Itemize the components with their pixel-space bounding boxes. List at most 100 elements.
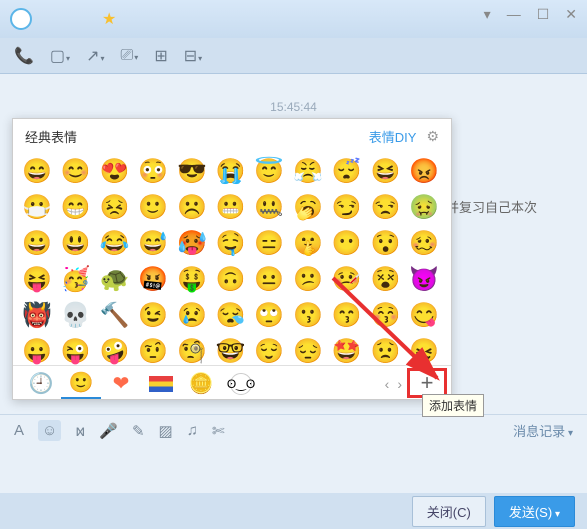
send-button[interactable]: 发送(S) xyxy=(494,496,575,527)
emoji-item[interactable]: 😗 xyxy=(292,299,324,331)
emoji-icon[interactable]: ☺ xyxy=(38,420,61,441)
emoji-item[interactable]: 😣 xyxy=(98,191,130,223)
emoji-item[interactable]: 😐 xyxy=(253,263,285,295)
emoji-item[interactable]: 😕 xyxy=(292,263,324,295)
window-close[interactable]: ✕ xyxy=(561,6,581,23)
emoji-item[interactable]: 😵 xyxy=(370,263,402,295)
window-maximize[interactable]: ☐ xyxy=(533,6,554,23)
emoji-item[interactable]: 🤬 xyxy=(137,263,169,295)
tab-heart[interactable]: ❤ xyxy=(101,369,141,399)
emoji-diy-link[interactable]: 表情DIY xyxy=(369,127,417,146)
emoji-item[interactable]: 😆 xyxy=(370,155,402,187)
image-icon[interactable]: ▨ xyxy=(159,422,173,440)
emoji-item[interactable]: 😴 xyxy=(331,155,363,187)
emoji-item[interactable]: 👹 xyxy=(21,299,53,331)
emoji-item[interactable]: 💀 xyxy=(60,299,92,331)
emoji-item[interactable]: 😯 xyxy=(370,227,402,259)
emoji-item[interactable]: 🥳 xyxy=(60,263,92,295)
emoji-item[interactable]: 🤩 xyxy=(331,335,363,365)
tab-face[interactable]: ʘ‿ʘ xyxy=(221,369,261,399)
app-logo xyxy=(10,8,32,30)
emoji-item[interactable]: 🤑 xyxy=(176,263,208,295)
emoji-item[interactable]: 😄 xyxy=(21,155,53,187)
tab-coin[interactable]: 🪙 xyxy=(181,369,221,399)
emoji-item[interactable]: 😇 xyxy=(253,155,285,187)
add-icon[interactable]: ⊞ xyxy=(154,46,167,66)
window-more[interactable]: ▾ xyxy=(480,6,495,23)
emoji-item[interactable]: 😡 xyxy=(408,155,440,187)
gif-icon[interactable]: ⳮ xyxy=(75,421,85,441)
emoji-item[interactable]: 😜 xyxy=(60,335,92,365)
emoji-item[interactable]: 🥴 xyxy=(408,227,440,259)
emoji-item[interactable]: 😙 xyxy=(331,299,363,331)
emoji-item[interactable]: 😤 xyxy=(292,155,324,187)
emoji-item[interactable]: 😍 xyxy=(98,155,130,187)
tab-flag[interactable] xyxy=(141,369,181,399)
emoji-item[interactable]: 😛 xyxy=(21,335,53,365)
emoji-item[interactable]: 😃 xyxy=(60,227,92,259)
emoji-item[interactable]: 😏 xyxy=(331,191,363,223)
emoji-item[interactable]: 🤓 xyxy=(215,335,247,365)
emoji-item[interactable]: 😔 xyxy=(292,335,324,365)
brush-icon[interactable]: ✎ xyxy=(132,422,145,440)
share-icon[interactable]: ↗ xyxy=(86,46,104,66)
tab-recent[interactable]: 🕘 xyxy=(21,369,61,399)
emoji-item[interactable]: 🤐 xyxy=(253,191,285,223)
tab-prev[interactable]: ‹ xyxy=(382,376,393,392)
cut-icon[interactable]: ✄ xyxy=(212,422,225,440)
emoji-item[interactable]: 😊 xyxy=(60,155,92,187)
emoji-item[interactable]: 😂 xyxy=(98,227,130,259)
emoji-item[interactable]: 😭 xyxy=(215,155,247,187)
emoji-item[interactable]: 😒 xyxy=(370,191,402,223)
emoji-item[interactable]: 😢 xyxy=(176,299,208,331)
emoji-item[interactable]: 🤪 xyxy=(98,335,130,365)
emoji-item[interactable]: 🤨 xyxy=(137,335,169,365)
emoji-item[interactable]: 🤒 xyxy=(331,263,363,295)
tab-next[interactable]: › xyxy=(394,376,405,392)
emoji-item[interactable]: 🙂 xyxy=(137,191,169,223)
emoji-item[interactable]: 😈 xyxy=(408,263,440,295)
font-icon[interactable]: A xyxy=(14,422,24,439)
emoji-item[interactable]: 😶 xyxy=(331,227,363,259)
emoji-item[interactable]: 🐢 xyxy=(98,263,130,295)
emoji-item[interactable]: 😖 xyxy=(408,335,440,365)
emoji-item[interactable]: 😪 xyxy=(215,299,247,331)
emoji-item[interactable]: 😷 xyxy=(21,191,53,223)
voice-icon[interactable]: 🎤 xyxy=(99,422,118,440)
message-history-link[interactable]: 消息记录 xyxy=(513,421,573,440)
video-icon[interactable]: ▢ xyxy=(50,46,70,66)
emoji-item[interactable]: 😟 xyxy=(370,335,402,365)
emoji-item[interactable]: 😋 xyxy=(408,299,440,331)
emoji-item[interactable]: 😬 xyxy=(215,191,247,223)
panel-title: 经典表情 xyxy=(25,127,77,146)
window-minimize[interactable]: — xyxy=(503,6,525,23)
gear-icon[interactable]: ⚙ xyxy=(426,128,439,145)
tab-classic[interactable]: 🙂 xyxy=(61,369,101,399)
app-icon[interactable]: ⊟ xyxy=(184,46,202,66)
emoji-item[interactable]: ☹️ xyxy=(176,191,208,223)
emoji-item[interactable]: 🤫 xyxy=(292,227,324,259)
music-icon[interactable]: ♫ xyxy=(187,422,198,439)
emoji-item[interactable]: 😌 xyxy=(253,335,285,365)
emoji-item[interactable]: 🙄 xyxy=(253,299,285,331)
emoji-item[interactable]: 🤢 xyxy=(408,191,440,223)
emoji-item[interactable]: 😎 xyxy=(176,155,208,187)
emoji-item[interactable]: 😳 xyxy=(137,155,169,187)
emoji-item[interactable]: 🥵 xyxy=(176,227,208,259)
emoji-item[interactable]: 🥱 xyxy=(292,191,324,223)
emoji-item[interactable]: 😀 xyxy=(21,227,53,259)
emoji-item[interactable]: 🧐 xyxy=(176,335,208,365)
message-input[interactable] xyxy=(0,446,587,493)
close-button[interactable]: 关闭(C) xyxy=(412,496,486,527)
phone-icon[interactable]: 📞 xyxy=(14,46,34,66)
screen-icon[interactable]: ⎚ xyxy=(120,47,138,65)
emoji-item[interactable]: 😉 xyxy=(137,299,169,331)
emoji-item[interactable]: 🔨 xyxy=(98,299,130,331)
emoji-item[interactable]: 😝 xyxy=(21,263,53,295)
emoji-item[interactable]: 😑 xyxy=(253,227,285,259)
emoji-item[interactable]: 😅 xyxy=(137,227,169,259)
emoji-item[interactable]: 🙃 xyxy=(215,263,247,295)
emoji-item[interactable]: 😚 xyxy=(370,299,402,331)
emoji-item[interactable]: 🤤 xyxy=(215,227,247,259)
emoji-item[interactable]: 😁 xyxy=(60,191,92,223)
